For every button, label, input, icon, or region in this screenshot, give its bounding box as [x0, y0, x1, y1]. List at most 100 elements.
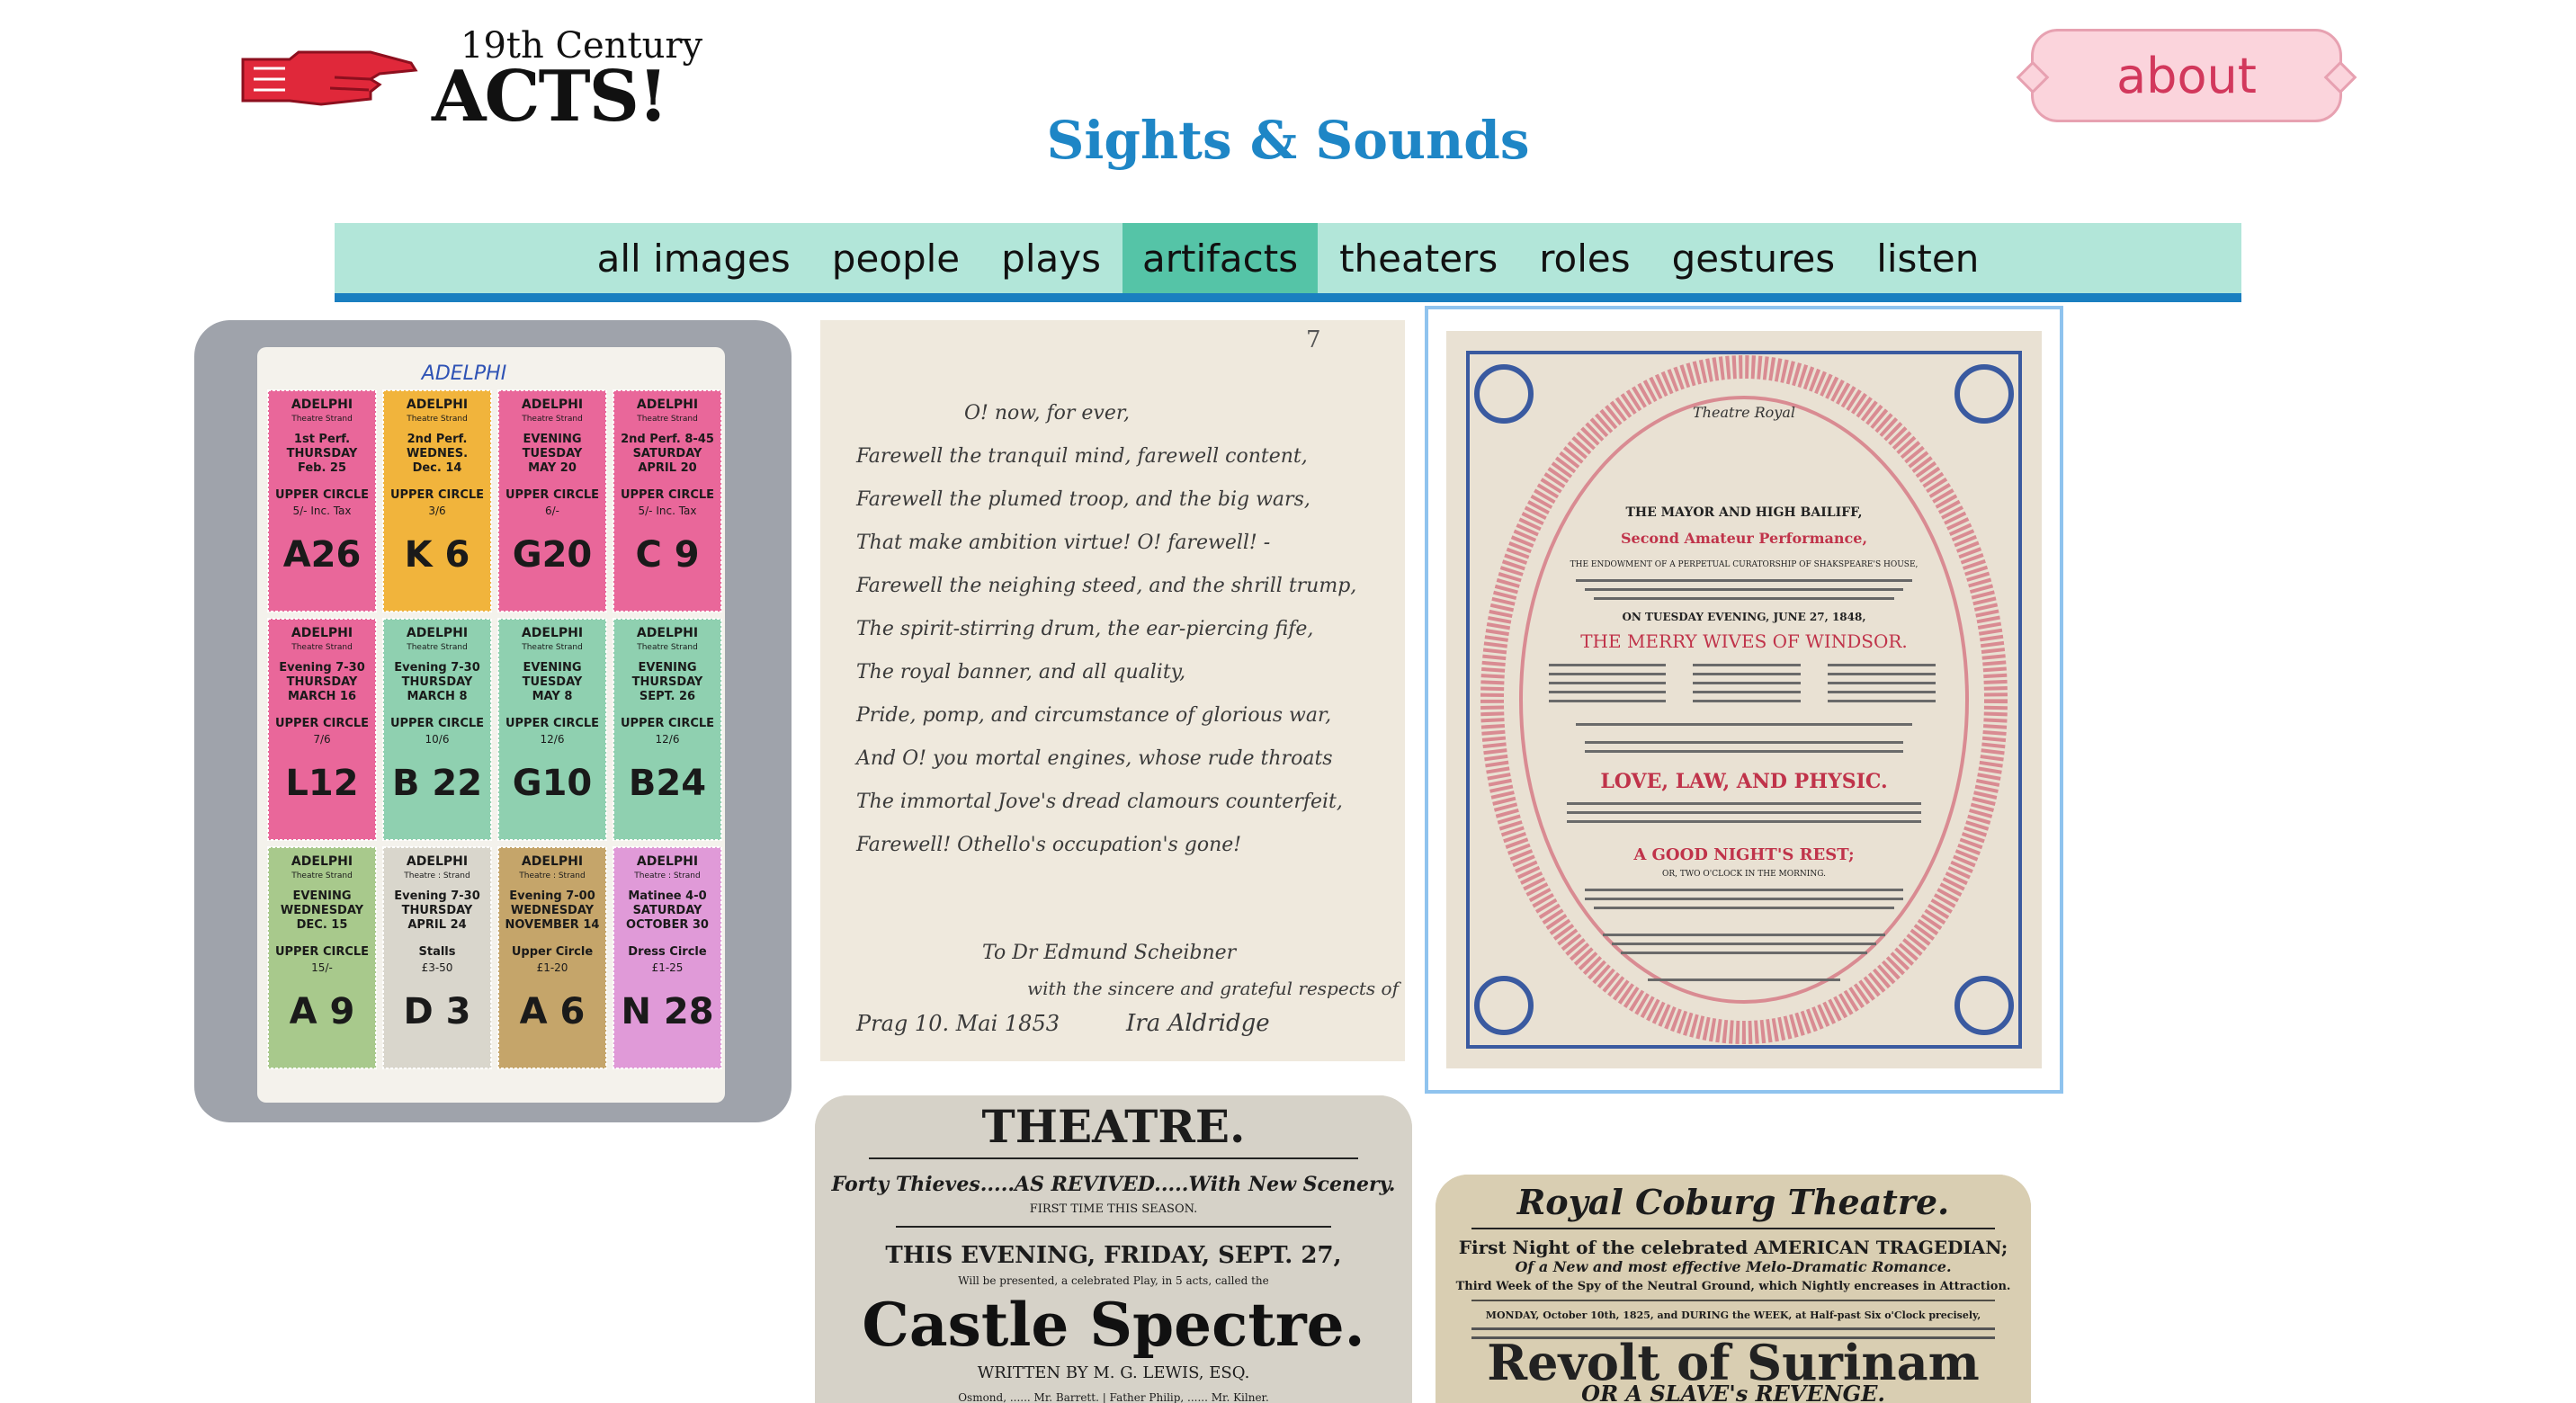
coburg-line-4: MONDAY, October 10th, 1825, and DURING t…	[1486, 1309, 1981, 1321]
site-header: 19th Century ACTS! about Sights & Sounds	[0, 0, 2576, 216]
ticket-price: £1-20	[537, 961, 568, 974]
ticket-stub: ADELPHI Theatre Strand Evening 7-30THURSDA…	[382, 618, 492, 841]
gallery-item-castle-spectre-playbill[interactable]: THEATRE. Forty Thieves.....AS REVIVED...…	[815, 1095, 1412, 1403]
ticket-venue: Theatre : Strand	[403, 871, 470, 880]
ticket-seat: B24	[629, 763, 706, 804]
ticket-perf: Evening 7-30	[394, 889, 480, 903]
letter-line: Farewell the tranquil mind, farewell con…	[855, 445, 1308, 468]
playbill-title: Second Amateur Performance,	[1621, 530, 1867, 547]
nav-all-images[interactable]: all images	[577, 223, 810, 293]
castle-title: Castle Spectre.	[862, 1290, 1364, 1360]
image-gallery: ADELPHI ADELPHI Theatre Strand 1st Perf. TH…	[0, 306, 2576, 1403]
ticket-price: 10/6	[425, 733, 450, 746]
ticket-price: 15/-	[311, 961, 333, 974]
nav-theaters[interactable]: theaters	[1319, 223, 1517, 293]
about-button[interactable]: about	[2031, 29, 2342, 122]
ticket-section: UPPER CIRCLE	[275, 717, 369, 730]
ticket-date: Feb. 25	[298, 461, 346, 475]
ticket-section: UPPER CIRCLE	[275, 488, 369, 502]
letter-line: O! now, for ever,	[964, 402, 1130, 424]
ticket-day: TUESDAY	[523, 675, 583, 689]
coburg-line-2: Of a New and most effective Melo-Dramati…	[1515, 1258, 1951, 1275]
ticket-section: UPPER CIRCLE	[621, 488, 714, 502]
ticket-section: UPPER CIRCLE	[505, 717, 599, 730]
playbill-play: THE MERRY WIVES OF WINDSOR.	[1580, 630, 1908, 652]
ticket-perf: 2nd Perf. 8-45	[621, 433, 714, 446]
ticket-venue: Theatre : Strand	[518, 871, 585, 880]
ticket-section: UPPER CIRCLE	[390, 717, 484, 730]
ticket-theatre: ADELPHI	[637, 398, 698, 412]
ticket-seat: N 28	[621, 991, 713, 1032]
letter-image: 7 O! now, for ever, Farewell the tranquil…	[820, 320, 1405, 1061]
ticket-seat: G20	[513, 534, 593, 576]
ticket-venue: Theatre Strand	[521, 643, 583, 652]
letter-line: Farewell the plumed troop, and the big w…	[855, 488, 1310, 511]
ticket-perf: Evening 7-00	[509, 889, 595, 903]
ticket-theatre: ADELPHI	[637, 854, 698, 869]
ticket-day: THURSDAY	[287, 447, 358, 460]
ticket-seat: A 6	[520, 991, 586, 1032]
gallery-item-royal-coburg-playbill[interactable]: Royal Coburg Theatre. First Night of the…	[1436, 1175, 2031, 1403]
ticket-price: 5/- Inc. Tax	[293, 505, 352, 517]
ticket-stub: ADELPHI Theatre Strand EVENINGWEDNESDAYDEC…	[267, 846, 377, 1069]
ticket-seat: L12	[285, 763, 358, 804]
letter-place-date: Prag 10. Mai 1853	[855, 1011, 1060, 1036]
castle-author: WRITTEN BY M. G. LEWIS, ESQ.	[978, 1363, 1250, 1382]
ticket-price: 3/6	[428, 505, 445, 517]
ticket-date: OCTOBER 30	[626, 918, 709, 932]
ticket-price: 6/-	[545, 505, 559, 517]
nav-artifacts[interactable]: artifacts	[1122, 223, 1319, 293]
playbill-farce: A GOOD NIGHT'S REST;	[1632, 845, 1854, 864]
castle-spectre-image: THEATRE. Forty Thieves.....AS REVIVED...…	[815, 1095, 1412, 1403]
ticket-stubs-image: ADELPHI ADELPHI Theatre Strand 1st Perf.TH…	[257, 347, 725, 1103]
playbill-heading: Theatre Royal	[1693, 404, 1795, 421]
letter-signature: Ira Aldridge	[1125, 1010, 1270, 1037]
letter-line: Farewell! Othello's occupation's gone!	[855, 834, 1241, 856]
ticket-perf: 1st Perf.	[294, 433, 350, 446]
ticket-price: 12/6	[541, 733, 565, 746]
castle-line-3: THIS EVENING, FRIDAY, SEPT. 27,	[885, 1242, 1341, 1269]
coburg-subtitle: OR A SLAVE's REVENGE.	[1581, 1381, 1885, 1403]
ticket-date: APRIL 20	[638, 461, 696, 475]
ticket-venue: Theatre Strand	[521, 415, 583, 424]
nav-gestures[interactable]: gestures	[1652, 223, 1856, 293]
ticket-date: MARCH 16	[288, 690, 356, 703]
letter-line: The royal banner, and all quality,	[856, 661, 1185, 684]
ticket-perf: Evening 7-30	[279, 661, 365, 675]
ticket-stub: ADELPHI Theatre Strand EVENINGTUESDAYMAY 2…	[497, 389, 607, 612]
playbill-patrons: THE MAYOR AND HIGH BAILIFF,	[1625, 505, 1862, 520]
gallery-item-merry-wives-playbill[interactable]: Theatre Royal THE MAYOR AND HIGH BAILIFF…	[1425, 306, 2063, 1094]
page-title: Sights & Sounds	[1046, 110, 1530, 171]
gallery-item-ticket-stubs[interactable]: ADELPHI ADELPHI Theatre Strand 1st Perf. TH…	[194, 320, 792, 1122]
letter-line: And O! you mortal engines, whose rude th…	[854, 747, 1333, 770]
ticket-date: SEPT. 26	[640, 690, 695, 703]
nav-listen[interactable]: listen	[1856, 223, 1999, 293]
ticket-theatre: ADELPHI	[522, 398, 583, 412]
ticket-section: UPPER CIRCLE	[390, 488, 484, 502]
ticket-section: UPPER CIRCLE	[505, 488, 599, 502]
gallery-item-handwritten-letter[interactable]: 7 O! now, for ever, Farewell the tranquil…	[820, 320, 1405, 1061]
ticket-price: 5/- Inc. Tax	[639, 505, 697, 517]
playbill-image: Theatre Royal THE MAYOR AND HIGH BAILIFF…	[1446, 331, 2042, 1068]
ticket-seat: G10	[513, 763, 593, 804]
main-nav: all images people plays artifacts theate…	[335, 223, 2241, 302]
ticket-perf: Evening 7-30	[394, 661, 480, 675]
nav-people[interactable]: people	[812, 223, 979, 293]
nav-plays[interactable]: plays	[981, 223, 1121, 293]
castle-heading: THEATRE.	[982, 1100, 1246, 1153]
ticket-seat: A26	[283, 534, 362, 576]
ticket-price: 7/6	[313, 733, 330, 746]
castle-line-4: Will be presented, a celebrated Play, in…	[958, 1274, 1269, 1287]
ticket-theatre: ADELPHI	[522, 854, 583, 869]
coburg-heading: Royal Coburg Theatre.	[1516, 1182, 1950, 1222]
letter-line: The immortal Jove's dread clamours count…	[856, 791, 1343, 813]
nav-roles[interactable]: roles	[1519, 223, 1650, 293]
ticket-venue: Theatre Strand	[636, 415, 698, 424]
ticket-perf: EVENING	[292, 889, 351, 903]
ticket-date: MAY 20	[528, 461, 577, 475]
ticket-date: DEC. 15	[297, 918, 348, 932]
ticket-venue: Theatre Strand	[406, 643, 468, 652]
ticket-perf: EVENING	[523, 433, 581, 446]
ticket-stub: ADELPHI Theatre Strand Evening 7-30THURSDA…	[267, 618, 377, 841]
letter-dedication: To Dr Edmund Scheibner	[982, 942, 1238, 964]
